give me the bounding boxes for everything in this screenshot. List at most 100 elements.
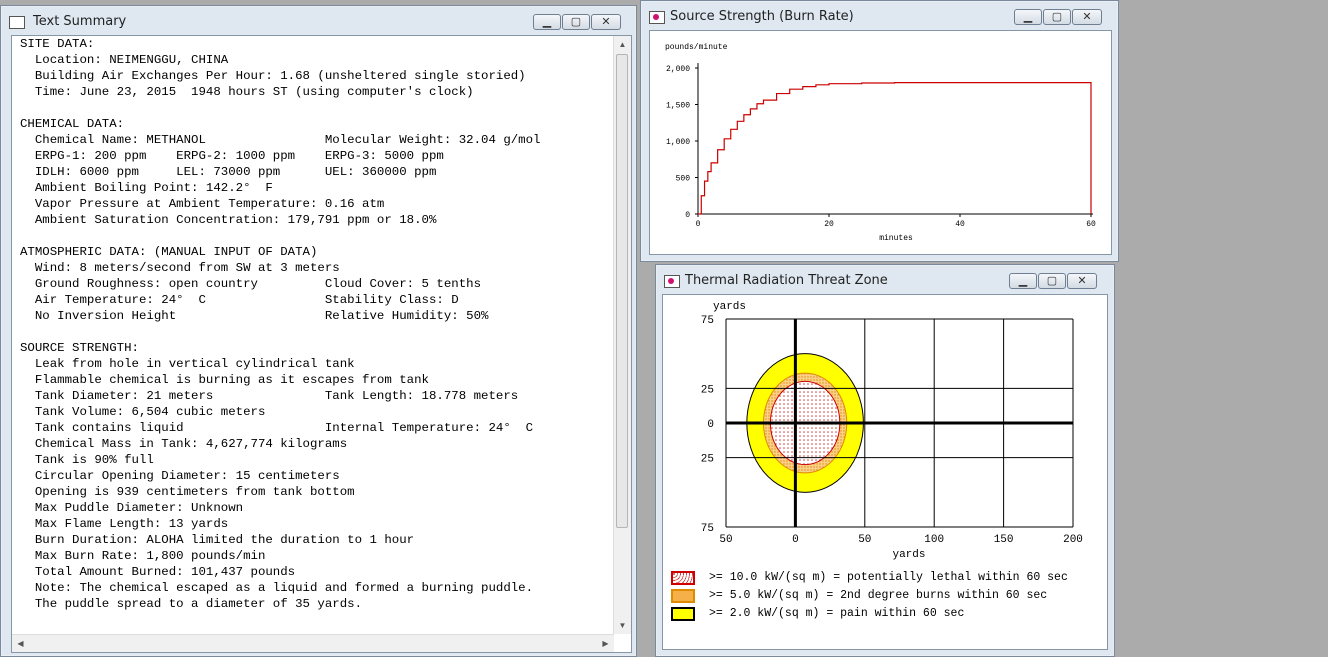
summary-line: Max Flame Length: 13 yards bbox=[20, 517, 229, 531]
x-tick-label: 150 bbox=[994, 534, 1014, 546]
source-strength-chart-area: pounds/minute minutes 0 500 1,000 1,500 2,00… bbox=[649, 30, 1112, 255]
text-app-icon bbox=[9, 16, 25, 29]
legend-label: >= 10.0 kW/(sq m) = potentially lethal w… bbox=[709, 571, 1068, 584]
summary-line: Total Amount Burned: 101,437 pounds bbox=[20, 565, 296, 579]
summary-line: Tank contains liquid Internal Temperatur… bbox=[20, 421, 534, 435]
legend-swatch bbox=[671, 607, 695, 621]
burn-rate-chart: pounds/minute minutes 0 500 1,000 1,500 2,00… bbox=[665, 43, 1096, 243]
burn-rate-series-line bbox=[698, 82, 1092, 215]
summary-line: SITE DATA: bbox=[20, 37, 95, 51]
text-summary-window: Text Summary ▁ ▢ ✕ SITE DATA: Location: … bbox=[0, 5, 637, 657]
summary-line: Max Burn Rate: 1,800 pounds/min bbox=[20, 549, 266, 563]
chart-y-unit-label: yards bbox=[713, 301, 746, 313]
scroll-down-arrow-icon[interactable]: ▼ bbox=[614, 617, 631, 634]
minimize-button[interactable]: ▁ bbox=[1009, 273, 1037, 289]
graph-app-icon bbox=[649, 11, 665, 24]
summary-line bbox=[20, 228, 541, 244]
summary-line: Burn Duration: ALOHA limited the duratio… bbox=[20, 533, 415, 547]
summary-line: CHEMICAL DATA: bbox=[20, 117, 125, 131]
x-tick-label: 0 bbox=[792, 534, 799, 546]
source-strength-titlebar[interactable]: Source Strength (Burn Rate) ▁ ▢ ✕ bbox=[641, 1, 1118, 31]
y-tick-label: 2,000 bbox=[666, 65, 690, 74]
maximize-button[interactable]: ▢ bbox=[562, 14, 590, 30]
summary-line: ERPG-1: 200 ppm ERPG-2: 1000 ppm ERPG-3:… bbox=[20, 149, 444, 163]
text-summary-titlebar[interactable]: Text Summary ▁ ▢ ✕ bbox=[1, 6, 636, 36]
close-button[interactable]: ✕ bbox=[1067, 273, 1097, 289]
maximize-icon: ▢ bbox=[570, 16, 582, 28]
y-tick-label: 1,500 bbox=[666, 102, 690, 111]
chart-x-axis-label: minutes bbox=[879, 234, 913, 243]
y-tick-label: 75 bbox=[701, 315, 714, 327]
summary-line: Opening is 939 centimeters from tank bot… bbox=[20, 485, 355, 499]
summary-line: Ambient Boiling Point: 142.2° F bbox=[20, 181, 273, 195]
summary-line: Time: June 23, 2015 1948 hours ST (using… bbox=[20, 85, 474, 99]
maximize-icon: ▢ bbox=[1051, 11, 1063, 23]
summary-line: Vapor Pressure at Ambient Temperature: 0… bbox=[20, 197, 385, 211]
close-button[interactable]: ✕ bbox=[1072, 9, 1102, 25]
scroll-up-arrow-icon[interactable]: ▲ bbox=[614, 36, 631, 53]
close-icon: ✕ bbox=[601, 16, 611, 28]
chart-y-axis-label: pounds/minute bbox=[665, 43, 728, 52]
summary-line: Chemical Name: METHANOL Molecular Weight… bbox=[20, 133, 541, 147]
x-tick-label: 40 bbox=[955, 220, 965, 229]
minimize-icon: ▁ bbox=[542, 16, 552, 28]
y-tick-label: 25 bbox=[701, 454, 714, 466]
summary-line: Chemical Mass in Tank: 4,627,774 kilogra… bbox=[20, 437, 348, 451]
close-icon: ✕ bbox=[1082, 11, 1092, 23]
thermal-radiation-window: Thermal Radiation Threat Zone ▁ ▢ ✕ yard… bbox=[655, 264, 1115, 657]
thermal-radiation-titlebar[interactable]: Thermal Radiation Threat Zone ▁ ▢ ✕ bbox=[656, 265, 1114, 295]
summary-line: Leak from hole in vertical cylindrical t… bbox=[20, 357, 355, 371]
summary-line: SOURCE STRENGTH: bbox=[20, 341, 139, 355]
source-strength-title: Source Strength (Burn Rate) bbox=[670, 9, 854, 24]
minimize-button[interactable]: ▁ bbox=[533, 14, 561, 30]
legend-item: >= 2.0 kW/(sq m) = pain within 60 sec bbox=[671, 606, 964, 622]
x-tick-label: 50 bbox=[858, 534, 871, 546]
summary-line bbox=[20, 100, 541, 116]
text-summary-content: SITE DATA: Location: NEIMENGGU, CHINA Bu… bbox=[11, 35, 632, 653]
legend-swatch bbox=[671, 571, 695, 585]
scroll-left-arrow-icon[interactable]: ◀ bbox=[12, 635, 29, 652]
chart-x-axis-label: yards bbox=[892, 549, 925, 561]
minimize-icon: ▁ bbox=[1018, 275, 1028, 287]
legend-item: >= 10.0 kW/(sq m) = potentially lethal w… bbox=[671, 570, 1068, 586]
graph-app-icon bbox=[664, 275, 680, 288]
legend-item: >= 5.0 kW/(sq m) = 2nd degree burns with… bbox=[671, 588, 1047, 604]
close-button[interactable]: ✕ bbox=[591, 14, 621, 30]
vertical-scroll-thumb[interactable] bbox=[616, 54, 628, 528]
y-tick-label: 75 bbox=[701, 523, 714, 535]
y-tick-label: 1,000 bbox=[666, 138, 690, 147]
summary-line: Flammable chemical is burning as it esca… bbox=[20, 373, 429, 387]
summary-line: IDLH: 6000 ppm LEL: 73000 ppm UEL: 36000… bbox=[20, 165, 437, 179]
x-tick-label: 60 bbox=[1086, 220, 1096, 229]
y-tick-label: 25 bbox=[701, 384, 714, 396]
scroll-right-arrow-icon[interactable]: ▶ bbox=[597, 635, 614, 652]
thermal-chart-area: yards yards 50 0 50 100 150 200 75 25 0 25 75 >= 1… bbox=[662, 294, 1108, 650]
close-icon: ✕ bbox=[1077, 275, 1087, 287]
summary-line: Tank Volume: 6,504 cubic meters bbox=[20, 405, 266, 419]
source-strength-window: Source Strength (Burn Rate) ▁ ▢ ✕ pounds… bbox=[640, 0, 1119, 262]
legend-swatch bbox=[671, 589, 695, 603]
x-tick-label: 20 bbox=[824, 220, 834, 229]
summary-line: Tank is 90% full bbox=[20, 453, 154, 467]
text-summary-title: Text Summary bbox=[33, 14, 127, 29]
maximize-button[interactable]: ▢ bbox=[1038, 273, 1066, 289]
summary-line: Circular Opening Diameter: 15 centimeter… bbox=[20, 469, 340, 483]
minimize-button[interactable]: ▁ bbox=[1014, 9, 1042, 25]
summary-line: Ambient Saturation Concentration: 179,79… bbox=[20, 213, 437, 227]
horizontal-scrollbar[interactable]: ◀ ▶ bbox=[12, 634, 614, 652]
y-tick-label: 0 bbox=[685, 211, 690, 220]
minimize-icon: ▁ bbox=[1023, 11, 1033, 23]
summary-line bbox=[20, 324, 541, 340]
y-tick-label: 0 bbox=[707, 419, 714, 431]
summary-line: Building Air Exchanges Per Hour: 1.68 (u… bbox=[20, 69, 526, 83]
summary-line: The puddle spread to a diameter of 35 ya… bbox=[20, 597, 363, 611]
summary-line: Note: The chemical escaped as a liquid a… bbox=[20, 581, 534, 595]
thermal-radiation-title: Thermal Radiation Threat Zone bbox=[685, 273, 888, 288]
legend-label: >= 5.0 kW/(sq m) = 2nd degree burns with… bbox=[709, 589, 1048, 602]
vertical-scrollbar[interactable]: ▲ ▼ bbox=[613, 36, 631, 634]
x-tick-label: 50 bbox=[719, 534, 732, 546]
legend-label: >= 2.0 kW/(sq m) = pain within 60 sec bbox=[709, 607, 965, 620]
summary-line: ATMOSPHERIC DATA: (MANUAL INPUT OF DATA) bbox=[20, 245, 318, 259]
maximize-button[interactable]: ▢ bbox=[1043, 9, 1071, 25]
summary-text: SITE DATA: Location: NEIMENGGU, CHINA Bu… bbox=[20, 36, 541, 612]
